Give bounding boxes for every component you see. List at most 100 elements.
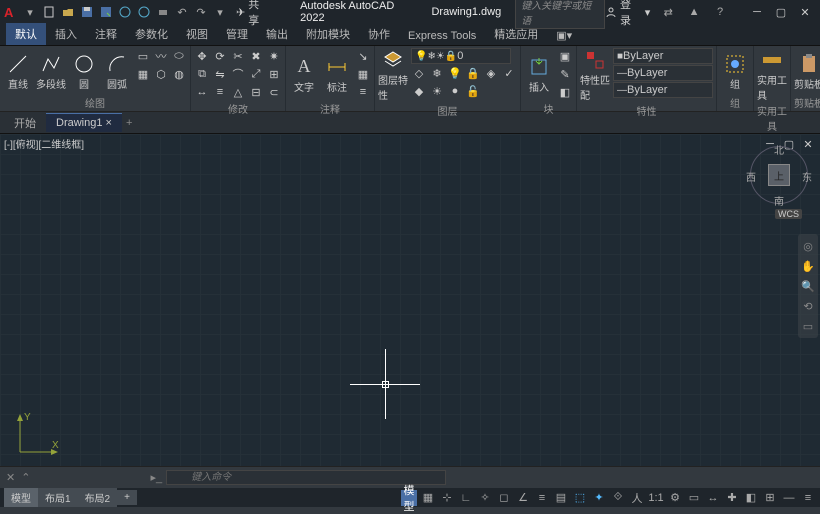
laymch-icon[interactable]: ◈ xyxy=(483,65,499,81)
layiso-icon[interactable]: ◇ xyxy=(411,65,427,81)
redo-icon[interactable]: ↷ xyxy=(193,4,209,20)
polar-icon[interactable]: ✧ xyxy=(477,490,493,506)
tab-collab[interactable]: 协作 xyxy=(359,23,399,45)
undo-icon[interactable]: ↶ xyxy=(174,4,190,20)
chamfer-icon[interactable]: △ xyxy=(230,84,246,100)
ucs-icon[interactable]: Y X xyxy=(12,410,62,460)
arc-tool[interactable]: 圆弧 xyxy=(102,48,132,94)
drawing-canvas[interactable]: [-][俯视][二维线框] ─ ▢ ✕ 北 南 西 东 上 WCS ◎ ✋ 🔍 … xyxy=(0,134,820,466)
cmd-chevron-icon[interactable]: ⌃ xyxy=(21,471,30,484)
panel-draw-title[interactable]: 绘图 xyxy=(3,94,187,111)
layout-2[interactable]: 布局2 xyxy=(78,488,118,507)
stretch-icon[interactable]: ↔ xyxy=(194,84,210,100)
ellipse-icon[interactable]: ⬭ xyxy=(171,48,187,64)
tab-annotate[interactable]: 注释 xyxy=(86,23,126,45)
annotation-icon[interactable]: 人 xyxy=(629,490,645,506)
tab-featured[interactable]: 精选应用 xyxy=(485,23,547,45)
cloud-icon[interactable] xyxy=(136,4,152,20)
panel-props-title[interactable]: 特性 xyxy=(580,102,713,119)
minimize-button[interactable]: ─ xyxy=(746,3,768,21)
transparency-icon[interactable]: ▤ xyxy=(553,490,569,506)
isolate-icon[interactable]: ◧ xyxy=(743,490,759,506)
open-icon[interactable] xyxy=(60,4,76,20)
laycur-icon[interactable]: ✓ xyxy=(501,65,517,81)
gizmo-icon[interactable]: ✦ xyxy=(591,490,607,506)
save-icon[interactable] xyxy=(79,4,95,20)
layulk-icon[interactable]: 🔓 xyxy=(465,83,481,99)
units-icon[interactable]: ↔ xyxy=(705,490,721,506)
rect-icon[interactable]: ▭ xyxy=(135,48,151,64)
text-tool[interactable]: A文字 xyxy=(289,48,319,100)
tab-manage[interactable]: 管理 xyxy=(217,23,257,45)
tab-expand-icon[interactable]: ▣▾ xyxy=(547,26,581,45)
rotate-icon[interactable]: ⟳ xyxy=(212,48,228,64)
insert-tool[interactable]: 插入 xyxy=(524,48,554,100)
table-icon[interactable]: ▦ xyxy=(355,66,371,82)
pan-icon[interactable]: ✋ xyxy=(799,257,817,275)
layer-combo[interactable]: 💡❄☀🔒 0 xyxy=(411,48,511,64)
region-icon[interactable]: ◍ xyxy=(171,66,187,82)
new-tab-button[interactable]: + xyxy=(126,117,132,129)
print-icon[interactable] xyxy=(155,4,171,20)
snap-icon[interactable]: ⊹ xyxy=(439,490,455,506)
otrack-icon[interactable]: ∠ xyxy=(515,490,531,506)
help-icon[interactable]: ? xyxy=(712,4,728,20)
leader-icon[interactable]: ↘ xyxy=(355,48,371,64)
array-icon[interactable]: ⊞ xyxy=(266,66,282,82)
spline-icon[interactable]: 〰 xyxy=(153,48,169,64)
viewport-label[interactable]: [-][俯视][二维线框] xyxy=(4,136,84,151)
clean-icon[interactable]: — xyxy=(781,490,797,506)
monitor-icon[interactable]: ▭ xyxy=(686,490,702,506)
circle-tool[interactable]: 圆 xyxy=(69,48,99,94)
wcs-label[interactable]: WCS xyxy=(775,209,802,219)
line-tool[interactable]: 直线 xyxy=(3,48,33,94)
qat-dropdown-icon[interactable]: ▾ xyxy=(212,4,228,20)
layout-add[interactable]: + xyxy=(117,490,137,505)
saveas-icon[interactable] xyxy=(98,4,114,20)
close-button[interactable]: ✕ xyxy=(794,3,816,21)
explode-icon[interactable]: ✷ xyxy=(266,48,282,64)
selection-icon[interactable]: ⬚ xyxy=(572,490,588,506)
menu-icon[interactable]: ▾ xyxy=(22,4,38,20)
create-icon[interactable]: ▣ xyxy=(557,48,573,64)
status-model[interactable]: 模型 xyxy=(401,490,417,506)
viewcube-face[interactable]: 上 xyxy=(768,164,790,186)
panel-utils-title[interactable]: 实用工具 xyxy=(757,102,787,134)
viewcube-n[interactable]: 北 xyxy=(774,142,784,157)
panel-annot-title[interactable]: 注释 xyxy=(289,100,371,117)
laylck-icon[interactable]: 🔒 xyxy=(465,65,481,81)
osnap-icon[interactable]: ◻ xyxy=(496,490,512,506)
doc-tab-close-icon[interactable]: × xyxy=(106,117,112,129)
dim-tool[interactable]: 标注 xyxy=(322,48,352,100)
attr-icon[interactable]: ◧ xyxy=(557,84,573,100)
scale-icon[interactable]: ⤢ xyxy=(248,66,264,82)
maximize-button[interactable]: ▢ xyxy=(770,3,792,21)
layoff-icon[interactable]: 💡 xyxy=(447,65,463,81)
ortho-icon[interactable]: ∟ xyxy=(458,490,474,506)
exchange-icon[interactable]: ⇄ xyxy=(660,4,676,20)
tab-default[interactable]: 默认 xyxy=(6,23,46,45)
tab-view[interactable]: 视图 xyxy=(177,23,217,45)
lweight-combo[interactable]: — ByLayer xyxy=(613,65,713,81)
tab-parametric[interactable]: 参数化 xyxy=(126,23,177,45)
fillet-icon[interactable]: ⌒ xyxy=(230,66,246,82)
layerprops-tool[interactable]: 图层特性 xyxy=(378,48,408,102)
match-tool[interactable]: 特性匹配 xyxy=(580,48,610,102)
ltype-combo[interactable]: — ByLayer xyxy=(613,82,713,98)
lwt-icon[interactable]: ≡ xyxy=(534,490,550,506)
annoscale-icon[interactable]: ⟐ xyxy=(610,490,626,506)
showmotion-icon[interactable]: ▭ xyxy=(799,317,817,335)
mirror-icon[interactable]: ⇋ xyxy=(212,66,228,82)
new-icon[interactable] xyxy=(41,4,57,20)
viewcube[interactable]: 北 南 西 东 上 xyxy=(748,144,810,206)
viewcube-w[interactable]: 西 xyxy=(746,169,756,184)
laythw-icon[interactable]: ☀ xyxy=(429,83,445,99)
hatch-icon[interactable]: ▦ xyxy=(135,66,151,82)
orbit-icon[interactable]: ⟲ xyxy=(799,297,817,315)
tab-output[interactable]: 输出 xyxy=(257,23,297,45)
wheel-icon[interactable]: ◎ xyxy=(799,237,817,255)
panel-block-title[interactable]: 块 xyxy=(524,100,573,117)
layuniso-icon[interactable]: ◆ xyxy=(411,83,427,99)
panel-modify-title[interactable]: 修改 xyxy=(194,100,282,117)
paste-tool[interactable]: 剪贴板 xyxy=(794,48,820,94)
